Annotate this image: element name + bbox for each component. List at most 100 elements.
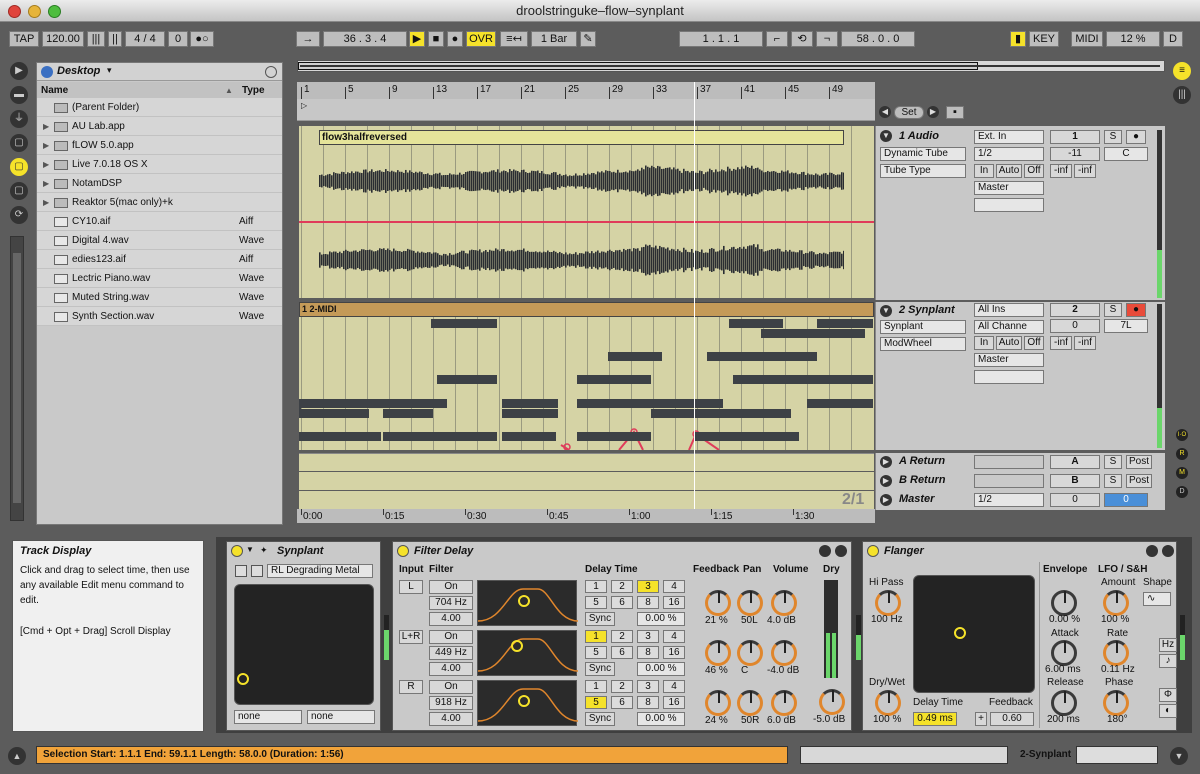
filter-q-field[interactable]: 4.00 [429, 662, 473, 676]
dry-knob[interactable] [819, 689, 845, 715]
delay-time-button[interactable]: 4 [663, 680, 685, 693]
overdub-button[interactable]: OVR [466, 31, 496, 47]
overview-bar[interactable] [297, 60, 1165, 72]
file-browser-3-icon[interactable]: ▢ [10, 182, 28, 200]
device-param-select[interactable]: Tube Type [880, 164, 966, 178]
return-a-solo[interactable]: S [1104, 455, 1122, 469]
delay-time-button[interactable]: 5 [585, 646, 607, 659]
midi-note[interactable] [577, 432, 651, 441]
view-selector[interactable] [1076, 746, 1158, 764]
delay-time-button[interactable]: 8 [637, 596, 659, 609]
delay-time-button[interactable]: 1 [585, 680, 607, 693]
envelope-value[interactable]: 0.00 % [1049, 614, 1080, 625]
browser-item[interactable]: (Parent Folder) [37, 98, 282, 117]
audio-track-lane[interactable]: flow3halfreversed + [299, 126, 965, 298]
master-fold-icon[interactable]: ▶ [880, 494, 892, 506]
delay-time-button[interactable]: 2 [611, 580, 633, 593]
sync-note-icon[interactable]: ♪ [1159, 654, 1177, 668]
flanger-xy-handle[interactable] [954, 627, 966, 639]
browser-item[interactable]: Muted String.wav Wave [37, 288, 282, 307]
filter-freq-field[interactable]: 704 Hz [429, 596, 473, 610]
returns-toggle[interactable]: R [1176, 448, 1188, 460]
filter-on-button[interactable]: On [429, 630, 473, 644]
quantize-select[interactable]: 1 Bar [531, 31, 577, 47]
attack-value[interactable]: 6.00 ms [1045, 664, 1081, 675]
track-fold-icon[interactable]: ▼ [880, 305, 892, 317]
delay-time-button[interactable]: 1 [585, 630, 607, 643]
feedback-field[interactable]: 0.60 [990, 712, 1034, 726]
sync-button[interactable]: Sync [585, 712, 615, 726]
release-knob[interactable] [1051, 690, 1077, 716]
zoom-window-button[interactable] [48, 5, 61, 18]
midi-note[interactable] [707, 352, 817, 361]
midi-note[interactable] [383, 409, 433, 418]
midi-note[interactable] [299, 409, 369, 418]
midi-note[interactable] [608, 352, 662, 361]
shape-select[interactable]: ∿ [1143, 592, 1171, 606]
midi-note[interactable] [695, 432, 799, 441]
envelope-knob[interactable] [1051, 590, 1077, 616]
delay-time-button[interactable]: 16 [663, 596, 685, 609]
filter-on-button[interactable]: On [429, 680, 473, 694]
master-volume[interactable]: 0 [1050, 493, 1100, 507]
punch-out-icon[interactable]: ¬ [816, 31, 838, 47]
filter-freq-field[interactable]: 918 Hz [429, 696, 473, 710]
arm-icon[interactable]: ● [1126, 130, 1146, 144]
pan-value[interactable]: 50R [741, 715, 759, 726]
return-b-name[interactable]: B Return [899, 474, 945, 486]
monitor-in-button[interactable]: In [974, 336, 994, 350]
session-view-icon[interactable]: ||| [1173, 86, 1191, 104]
delay-time-button[interactable]: 3 [637, 630, 659, 643]
delay-time-button[interactable]: 2 [611, 630, 633, 643]
dry-value[interactable]: -5.0 dB [813, 714, 845, 725]
browser-item[interactable]: Synth Section.wav Wave [37, 307, 282, 326]
track-pan[interactable]: C [1104, 147, 1148, 161]
midi-note[interactable] [383, 432, 497, 441]
output-type-select[interactable]: Master [974, 181, 1044, 195]
master-pan[interactable]: 0 [1104, 493, 1148, 507]
master-name[interactable]: Master [899, 493, 934, 505]
time-ruler[interactable]: 0:00 0:15 0:30 0:45 1:00 1:15 1:30 [297, 509, 875, 523]
metronome-icon[interactable]: ●○ [190, 31, 214, 47]
volume-knob[interactable] [771, 690, 797, 716]
channel-button[interactable]: L [399, 580, 423, 594]
track-fold-icon[interactable]: ▼ [880, 130, 892, 142]
track-pan[interactable]: 7L [1104, 319, 1148, 333]
feedback-value[interactable]: 21 % [705, 615, 728, 626]
monitor-auto-button[interactable]: Auto [996, 164, 1022, 178]
hipass-knob[interactable] [875, 590, 901, 616]
delay-time-button[interactable]: 6 [611, 596, 633, 609]
input-type-select[interactable]: All Ins [974, 303, 1044, 317]
volume-knob[interactable] [771, 640, 797, 666]
output-channel-select[interactable] [974, 198, 1044, 212]
position-field[interactable]: 36 . 3 . 4 [323, 31, 407, 47]
midi-note[interactable] [761, 329, 865, 338]
return-a-name[interactable]: A Return [899, 455, 945, 467]
channel-button[interactable]: L+R [399, 630, 423, 644]
arrangement-view-icon[interactable]: ≡ [1173, 62, 1191, 80]
pan-knob[interactable] [737, 590, 763, 616]
monitor-auto-button[interactable]: Auto [996, 336, 1022, 350]
macro-select-2[interactable]: none [307, 710, 375, 724]
browser-item[interactable]: ▶ Reaktor 5(mac only)+k [37, 193, 282, 212]
amount-value[interactable]: 100 % [1101, 614, 1129, 625]
midi-note[interactable] [502, 432, 556, 441]
track-activator[interactable]: 2 [1050, 303, 1100, 317]
filter-delay-power-icon[interactable] [397, 545, 409, 557]
monitor-off-button[interactable]: Off [1024, 164, 1044, 178]
synplant-fold-icon[interactable]: ▼ [246, 545, 254, 554]
mixer-toggle[interactable]: M [1176, 467, 1188, 479]
solo-button[interactable]: S [1104, 303, 1122, 317]
pan-value[interactable]: 50L [741, 615, 758, 626]
key-map-button[interactable]: KEY [1029, 31, 1059, 47]
pan-value[interactable]: C [741, 665, 748, 676]
column-type-header[interactable]: Type [242, 82, 265, 99]
minimize-window-button[interactable] [28, 5, 41, 18]
filter-display[interactable] [477, 630, 579, 676]
midi-note[interactable] [502, 399, 558, 408]
filter-display[interactable] [477, 580, 579, 626]
master-lane[interactable] [299, 491, 874, 509]
browser-location[interactable]: Desktop [57, 65, 100, 77]
phase-mode-icon[interactable]: Φ [1159, 688, 1177, 702]
filter-on-button[interactable]: On [429, 580, 473, 594]
